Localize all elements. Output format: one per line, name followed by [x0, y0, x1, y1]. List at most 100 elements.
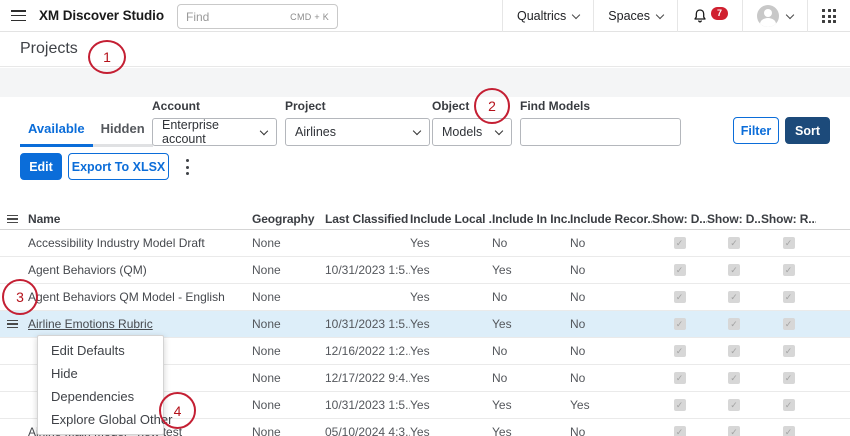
table-row[interactable]: Agent Behaviors QM Model - EnglishNoneYe…	[0, 284, 850, 311]
checked-checkbox-icon[interactable]: ✓	[783, 399, 795, 411]
table-row[interactable]: Agent Behaviors (QM)None10/31/2023 1:5..…	[0, 257, 850, 284]
export-to-xlsx-button[interactable]: Export To XLSX	[68, 153, 169, 180]
column-header-name[interactable]: Name	[28, 212, 252, 226]
last-classified-value: 10/31/2023 1:5...	[325, 317, 410, 331]
checked-checkbox-icon[interactable]: ✓	[783, 372, 795, 384]
checked-checkbox-icon[interactable]: ✓	[728, 318, 740, 330]
section-divider-band	[0, 68, 850, 97]
show-checkbox-cell: ✓	[761, 372, 816, 384]
column-drag-icon[interactable]	[7, 215, 18, 223]
model-name[interactable]: Agent Behaviors QM Model - English	[28, 290, 252, 304]
edit-button[interactable]: Edit	[20, 153, 62, 180]
menu-item-explore-global-other[interactable]: Explore Global Other	[38, 408, 163, 431]
model-name[interactable]: Accessibility Industry Model Draft	[28, 236, 252, 250]
bell-icon	[692, 8, 708, 24]
qualtrics-menu[interactable]: Qualtrics	[502, 0, 593, 32]
app-window: XM Discover Studio CMD + K Qualtrics Spa…	[0, 0, 850, 436]
checked-checkbox-icon[interactable]: ✓	[674, 291, 686, 303]
show-checkbox-cell: ✓	[761, 291, 816, 303]
context-menu: Edit DefaultsHideDependenciesExplore Glo…	[37, 335, 164, 435]
filter-button[interactable]: Filter	[733, 117, 779, 144]
checked-checkbox-icon[interactable]: ✓	[674, 372, 686, 384]
checked-checkbox-icon[interactable]: ✓	[728, 426, 740, 436]
notifications-button[interactable]: 7	[677, 0, 742, 32]
checked-checkbox-icon[interactable]: ✓	[728, 345, 740, 357]
chevron-down-icon	[572, 10, 580, 18]
table-row[interactable]: Accessibility Industry Model DraftNone Ye…	[0, 230, 850, 257]
waffle-grid-icon	[822, 9, 836, 23]
chevron-down-icon	[413, 126, 421, 134]
model-name[interactable]: Airline Emotions Rubric	[28, 317, 252, 331]
menu-item-hide[interactable]: Hide	[38, 362, 163, 385]
global-search[interactable]: CMD + K	[177, 4, 338, 29]
include-recor-value: No	[570, 290, 652, 304]
checked-checkbox-icon[interactable]: ✓	[728, 399, 740, 411]
column-header-show-2[interactable]: Show: D...	[707, 212, 761, 226]
show-checkbox-cell: ✓	[707, 291, 761, 303]
checked-checkbox-icon[interactable]: ✓	[674, 399, 686, 411]
app-title: XM Discover Studio	[39, 8, 164, 23]
show-checkbox-cell: ✓	[652, 291, 707, 303]
checked-checkbox-icon[interactable]: ✓	[674, 318, 686, 330]
checked-checkbox-icon[interactable]: ✓	[728, 372, 740, 384]
project-select[interactable]: Airlines	[285, 118, 430, 146]
search-input[interactable]	[186, 10, 290, 24]
show-checkbox-cell: ✓	[761, 264, 816, 276]
geography-value: None	[252, 398, 325, 412]
object-select[interactable]: Models	[432, 118, 512, 146]
table-header: Name Geography Last Classified Include L…	[0, 209, 850, 230]
column-header-last-classified[interactable]: Last Classified	[325, 212, 410, 226]
find-models-input[interactable]	[520, 118, 681, 146]
top-bar: XM Discover Studio CMD + K Qualtrics Spa…	[0, 0, 850, 32]
last-classified-value: 05/10/2024 4:3...	[325, 425, 410, 436]
column-header-show-1[interactable]: Show: D...	[652, 212, 707, 226]
checked-checkbox-icon[interactable]: ✓	[674, 345, 686, 357]
checked-checkbox-icon[interactable]: ✓	[783, 426, 795, 436]
checked-checkbox-icon[interactable]: ✓	[674, 237, 686, 249]
last-classified-value: 12/16/2022 1:2...	[325, 344, 410, 358]
account-select[interactable]: Enterprise account	[152, 118, 277, 146]
tab-available[interactable]: Available	[20, 116, 93, 147]
column-header-include-recor[interactable]: Include Recor...	[570, 212, 652, 226]
row-drag-icon[interactable]	[7, 320, 18, 328]
include-in-value: No	[492, 236, 570, 250]
menu-item-dependencies[interactable]: Dependencies	[38, 385, 163, 408]
checked-checkbox-icon[interactable]: ✓	[728, 264, 740, 276]
column-header-include-local[interactable]: Include Local ...	[410, 212, 492, 226]
chevron-down-icon	[495, 126, 503, 134]
include-local-value: Yes	[410, 236, 492, 250]
checked-checkbox-icon[interactable]: ✓	[728, 237, 740, 249]
column-header-include-in[interactable]: Include In Inc...	[492, 212, 570, 226]
tab-hidden[interactable]: Hidden	[93, 116, 153, 147]
checked-checkbox-icon[interactable]: ✓	[674, 264, 686, 276]
menu-item-edit-defaults[interactable]: Edit Defaults	[38, 339, 163, 362]
checked-checkbox-icon[interactable]: ✓	[674, 426, 686, 436]
annotation-circle-2: 2	[474, 88, 510, 124]
checked-checkbox-icon[interactable]: ✓	[783, 291, 795, 303]
app-switcher-button[interactable]	[807, 0, 850, 32]
show-checkbox-cell: ✓	[707, 399, 761, 411]
checked-checkbox-icon[interactable]: ✓	[783, 237, 795, 249]
include-in-value: No	[492, 371, 570, 385]
include-in-value: No	[492, 344, 570, 358]
account-menu[interactable]	[742, 0, 807, 32]
model-name[interactable]: Agent Behaviors (QM)	[28, 263, 252, 277]
sort-button[interactable]: Sort	[785, 117, 830, 144]
include-in-value: Yes	[492, 425, 570, 436]
more-actions-kebab-icon[interactable]	[179, 158, 195, 176]
hamburger-menu-icon[interactable]	[11, 10, 26, 21]
table-row[interactable]: Airline Emotions RubricNone10/31/2023 1:…	[0, 311, 850, 338]
show-checkbox-cell: ✓	[652, 426, 707, 436]
checked-checkbox-icon[interactable]: ✓	[783, 318, 795, 330]
column-header-geography[interactable]: Geography	[252, 212, 325, 226]
show-checkbox-cell: ✓	[761, 237, 816, 249]
column-header-show-3[interactable]: Show: R...	[761, 212, 816, 226]
geography-value: None	[252, 236, 325, 250]
include-in-value: Yes	[492, 317, 570, 331]
show-checkbox-cell: ✓	[652, 237, 707, 249]
checked-checkbox-icon[interactable]: ✓	[783, 345, 795, 357]
include-local-value: Yes	[410, 317, 492, 331]
checked-checkbox-icon[interactable]: ✓	[783, 264, 795, 276]
spaces-menu[interactable]: Spaces	[593, 0, 677, 32]
checked-checkbox-icon[interactable]: ✓	[728, 291, 740, 303]
